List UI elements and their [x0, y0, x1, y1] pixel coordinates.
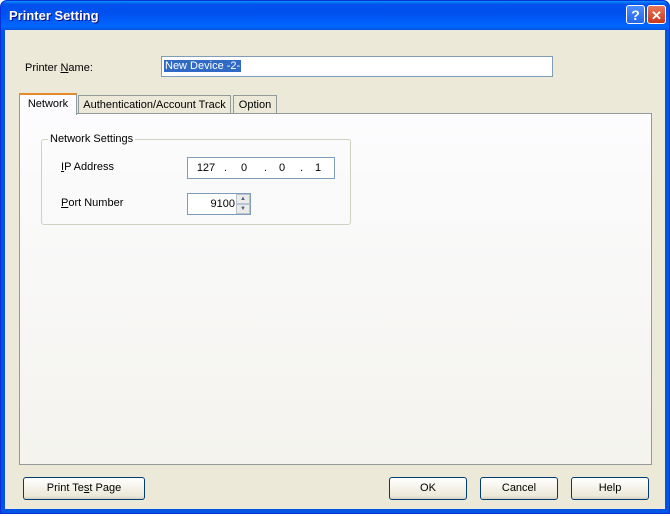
- printer-name-input[interactable]: New Device -2-: [161, 56, 553, 77]
- printer-name-label: Printer Name:: [25, 62, 93, 74]
- tab-authentication-account-track[interactable]: Authentication/Account Track: [78, 95, 231, 114]
- title-bar[interactable]: Printer Setting ? ✕: [1, 1, 669, 30]
- tab-option[interactable]: Option: [233, 95, 277, 114]
- ip-octet-2[interactable]: 0: [232, 162, 256, 174]
- port-spin-buttons: ▲ ▼: [236, 194, 250, 214]
- dialog-body: Printer Name: New Device -2- Network Aut…: [5, 30, 665, 509]
- printer-setting-window: Printer Setting ? ✕ Printer Name: New De…: [0, 0, 670, 514]
- help-icon[interactable]: ?: [626, 5, 645, 24]
- help-glyph: ?: [631, 7, 640, 23]
- label-part: Printer: [25, 62, 61, 74]
- ip-address-input[interactable]: 127 . 0 . 0 . 1: [187, 157, 335, 179]
- window-title: Printer Setting: [9, 8, 99, 23]
- printer-name-value: New Device -2-: [164, 60, 242, 72]
- close-icon[interactable]: ✕: [647, 5, 666, 24]
- tab-label: Network: [27, 98, 69, 110]
- network-settings-group: Network Settings IP Address 127 . 0 . 0 …: [41, 133, 351, 225]
- button-label-part: Print Te: [46, 482, 84, 494]
- network-tab-panel: Network Settings IP Address 127 . 0 . 0 …: [19, 113, 652, 465]
- ip-octet-4[interactable]: 1: [306, 162, 330, 174]
- print-test-page-button[interactable]: Print Test Page: [23, 477, 145, 500]
- tab-label: Authentication/Account Track: [83, 99, 226, 111]
- button-label-part: t Page: [89, 482, 122, 494]
- label-part: ort Number: [68, 197, 124, 209]
- label-part: ame:: [68, 62, 93, 74]
- ip-dot: .: [300, 162, 304, 174]
- ok-button[interactable]: OK: [389, 477, 467, 500]
- ip-octet-3[interactable]: 0: [270, 162, 294, 174]
- ip-dot: .: [224, 162, 228, 174]
- cancel-button[interactable]: Cancel: [480, 477, 558, 500]
- spin-down-icon[interactable]: ▼: [236, 204, 250, 214]
- port-number-stepper[interactable]: 9100 ▲ ▼: [187, 193, 251, 215]
- ip-octet-1[interactable]: 127: [194, 162, 218, 174]
- label-part: P Address: [64, 161, 115, 173]
- network-settings-title: Network Settings: [48, 133, 136, 145]
- close-glyph: ✕: [651, 8, 662, 23]
- tab-label: Option: [238, 99, 272, 111]
- port-number-label: Port Number: [61, 197, 123, 209]
- ip-dot: .: [264, 162, 268, 174]
- port-number-value: 9100: [210, 198, 235, 210]
- help-button[interactable]: Help: [571, 477, 649, 500]
- ip-address-label: IP Address: [61, 161, 114, 173]
- tab-network[interactable]: Network: [19, 93, 77, 115]
- spin-up-icon[interactable]: ▲: [236, 194, 250, 204]
